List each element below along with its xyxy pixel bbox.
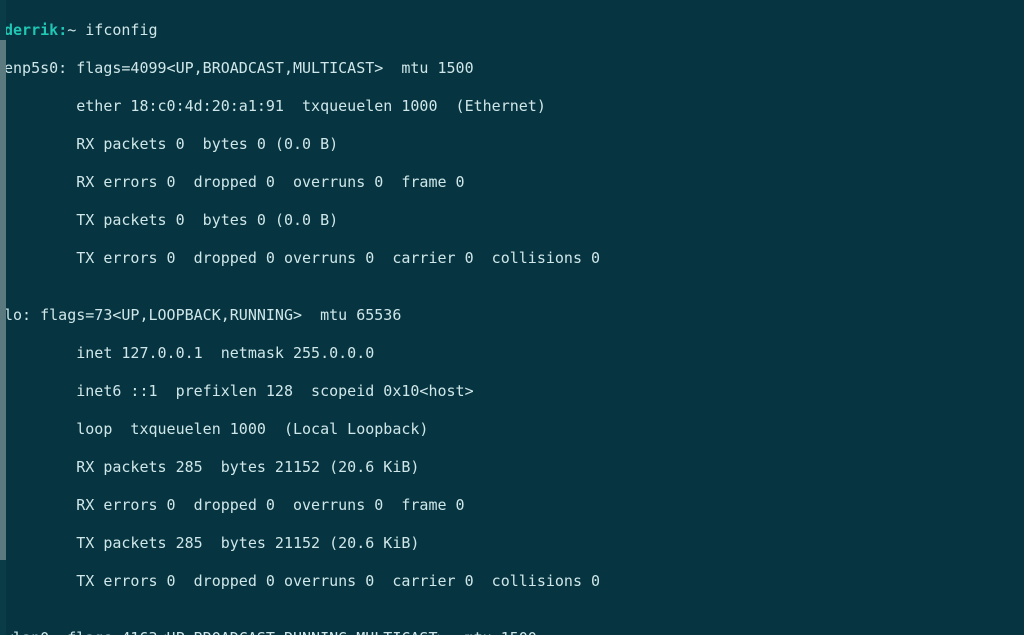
output-line: inet6 ::1 prefixlen 128 scopeid 0x10<hos… (4, 382, 1020, 401)
output-line: RX packets 0 bytes 0 (0.0 B) (4, 135, 1020, 154)
prompt-sep: : (58, 21, 67, 39)
prompt-path: ~ (67, 21, 76, 39)
output-line: TX errors 0 dropped 0 overruns 0 carrier… (4, 249, 1020, 268)
output-line: TX packets 0 bytes 0 (0.0 B) (4, 211, 1020, 230)
output-line: RX errors 0 dropped 0 overruns 0 frame 0 (4, 173, 1020, 192)
prompt-line-1: derrik:~ ifconfig (4, 21, 1020, 40)
output-line: RX errors 0 dropped 0 overruns 0 frame 0 (4, 496, 1020, 515)
output-line: enp5s0: flags=4099<UP,BROADCAST,MULTICAS… (4, 59, 1020, 78)
output-line: wlan0: flags=4163<UP,BROADCAST,RUNNING,M… (4, 629, 1020, 635)
output-line: inet 127.0.0.1 netmask 255.0.0.0 (4, 344, 1020, 363)
command-text: ifconfig (85, 21, 157, 39)
output-line: loop txqueuelen 1000 (Local Loopback) (4, 420, 1020, 439)
scrollbar-thumb[interactable] (0, 40, 6, 560)
output-line: lo: flags=73<UP,LOOPBACK,RUNNING> mtu 65… (4, 306, 1020, 325)
terminal-scrollbar[interactable] (0, 0, 6, 635)
output-line: TX packets 285 bytes 21152 (20.6 KiB) (4, 534, 1020, 553)
output-line: TX errors 0 dropped 0 overruns 0 carrier… (4, 572, 1020, 591)
terminal-viewport[interactable]: derrik:~ ifconfig enp5s0: flags=4099<UP,… (0, 0, 1024, 635)
output-line: ether 18:c0:4d:20:a1:91 txqueuelen 1000 … (4, 97, 1020, 116)
output-line: RX packets 285 bytes 21152 (20.6 KiB) (4, 458, 1020, 477)
prompt-user: derrik (4, 21, 58, 39)
